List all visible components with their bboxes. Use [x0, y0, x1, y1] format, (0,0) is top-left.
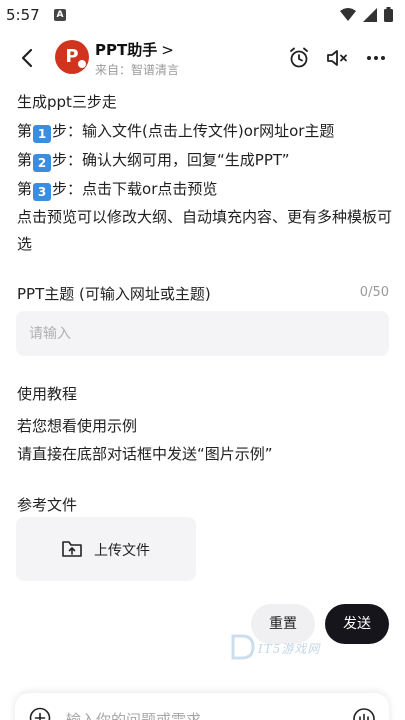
notification-app-icon: A: [54, 9, 66, 21]
step-2: 第 2 步：确认大纲可用，回复“生成PPT”: [17, 146, 392, 175]
alarm-clock-icon[interactable]: [287, 46, 311, 70]
step-1: 第 1 步：输入文件(点击上传文件)or网址or主题: [17, 117, 392, 146]
step-1-prefix: 第: [17, 122, 33, 140]
bot-source: 来自：智谱清言: [95, 63, 180, 77]
battery-icon: [384, 7, 393, 22]
avatar-letter: P: [65, 46, 79, 67]
topic-field-label-row: PPT主题 (可输入网址或主题) 0/50: [17, 283, 389, 305]
chat-input-placeholder[interactable]: 输入你的问题或需求: [66, 709, 201, 720]
chat-header: P PPT助手 > 来自：智谱清言: [0, 34, 405, 82]
step-3-prefix: 第: [17, 180, 33, 198]
tutorial-line-2: 请直接在底部对话框中发送“图片示例”: [17, 445, 273, 463]
chat-input-bar[interactable]: 输入你的问题或需求: [15, 693, 389, 720]
preview-note: 点击预览可以修改大纲、自动填充内容、更有多种模板可选: [17, 208, 393, 253]
status-bar: 5:57 A: [0, 0, 405, 30]
watermark-text: IT5游戏网: [258, 642, 321, 656]
folder-upload-icon: [62, 541, 82, 557]
step-3: 第 3 步：点击下载or点击预览: [17, 175, 392, 204]
number-1-badge: 1: [33, 125, 52, 143]
status-icons: [340, 7, 393, 22]
step-1-text: 步：输入文件(点击上传文件)or网址or主题: [52, 122, 335, 140]
bot-message: 生成ppt三步走 第 1 步：输入文件(点击上传文件)or网址or主题 第 2 步：确认…: [17, 88, 392, 258]
upload-file-button[interactable]: 上传文件: [16, 517, 196, 581]
wifi-icon: [340, 7, 356, 21]
message-intro: 生成ppt三步走: [17, 93, 117, 111]
topic-field-label: PPT主题 (可输入网址或主题): [17, 285, 211, 303]
voice-wave-icon[interactable]: [352, 707, 376, 720]
reference-title: 参考文件: [17, 496, 78, 514]
back-arrow-icon[interactable]: [16, 46, 40, 70]
step-3-text: 步：点击下载or点击预览: [52, 180, 218, 198]
status-time: 5:57: [6, 6, 40, 24]
watermark-d-icon: [231, 634, 255, 660]
tutorial-title: 使用教程: [17, 385, 78, 403]
topic-input[interactable]: [16, 311, 389, 356]
watermark-logo: IT5游戏网: [230, 633, 360, 663]
bot-avatar[interactable]: P: [55, 40, 89, 74]
step-2-text: 步：确认大纲可用，回复“生成PPT”: [52, 151, 290, 169]
speaker-mute-icon[interactable]: [325, 46, 349, 70]
tutorial-line-1: 若您想看使用示例: [17, 417, 138, 435]
step-2-prefix: 第: [17, 151, 33, 169]
bot-name-text: PPT助手: [95, 41, 158, 59]
topic-char-count: 0/50: [359, 285, 389, 300]
plus-circle-icon[interactable]: [29, 707, 51, 720]
upload-file-label: 上传文件: [94, 543, 150, 559]
number-2-badge: 2: [33, 154, 52, 172]
more-options-icon[interactable]: [364, 46, 388, 70]
avatar-dot: [78, 60, 86, 68]
number-3-badge: 3: [33, 183, 52, 201]
chevron-right-icon: >: [161, 41, 174, 59]
signal-icon: [363, 7, 377, 22]
bot-name[interactable]: PPT助手 >: [95, 39, 174, 60]
